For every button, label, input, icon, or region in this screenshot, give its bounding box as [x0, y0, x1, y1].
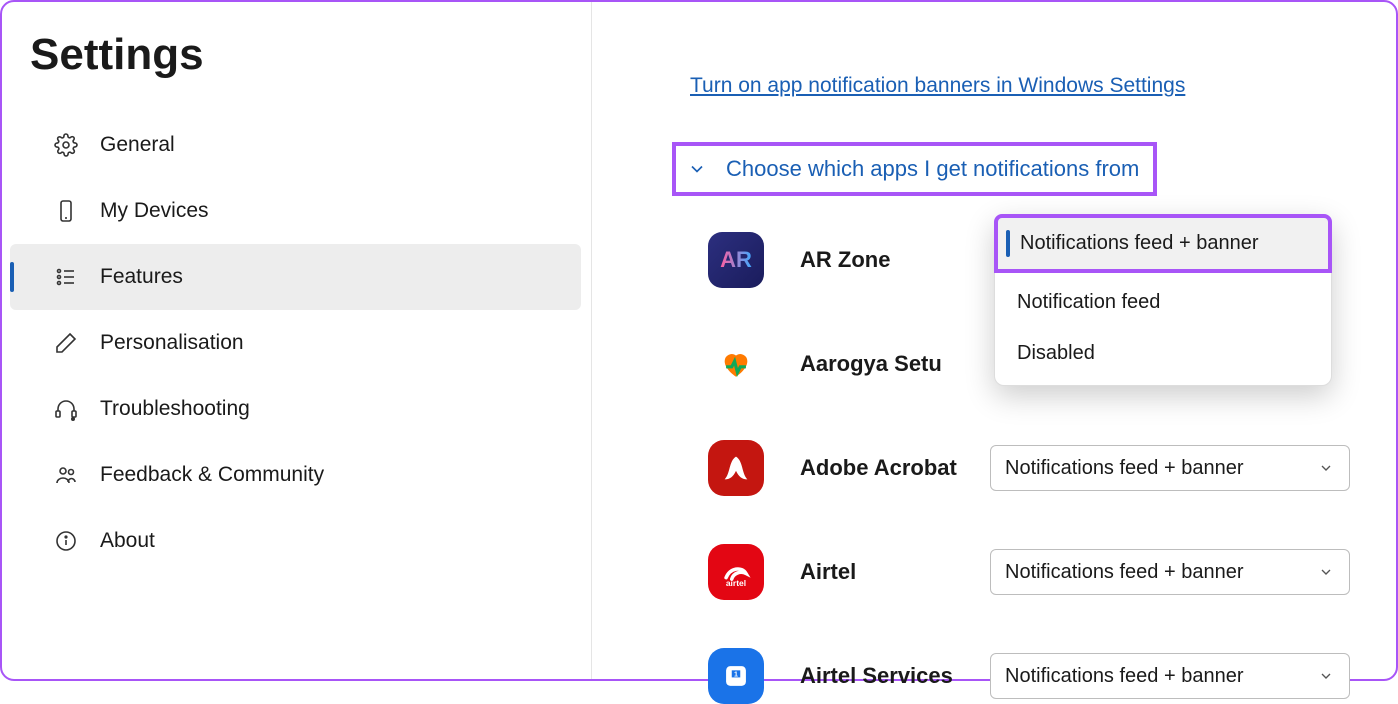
aarogya-setu-icon — [708, 336, 764, 392]
sidebar-item-label: Features — [100, 265, 183, 289]
dropdown-value: Notifications feed + banner — [1005, 665, 1244, 688]
sidebar-item-personalisation[interactable]: Personalisation — [10, 310, 581, 376]
dropdown-value: Notifications feed + banner — [1005, 561, 1244, 584]
sidebar-item-label: My Devices — [100, 199, 209, 223]
notification-dropdown[interactable]: Notifications feed + banner — [990, 549, 1350, 595]
content: Turn on app notification banners in Wind… — [592, 2, 1396, 679]
sidebar-item-label: About — [100, 529, 155, 553]
sidebar-item-feedback[interactable]: Feedback & Community — [10, 442, 581, 508]
popup-option-feed[interactable]: Notification feed — [995, 277, 1331, 328]
app-row: airtel Airtel Notifications feed + banne… — [708, 544, 1356, 600]
sidebar-item-label: Troubleshooting — [100, 397, 250, 421]
svg-text:airtel: airtel — [726, 578, 746, 588]
popup-option-disabled[interactable]: Disabled — [995, 328, 1331, 379]
sidebar-item-label: Feedback & Community — [100, 463, 324, 487]
sidebar-item-general[interactable]: General — [10, 112, 581, 178]
airtel-services-icon: 1 — [708, 648, 764, 704]
popup-option-feed-banner[interactable]: Notifications feed + banner — [994, 214, 1332, 273]
airtel-icon: airtel — [708, 544, 764, 600]
app-row: Adobe Acrobat Notifications feed + banne… — [708, 440, 1356, 496]
app-name: Airtel Services — [800, 663, 990, 689]
adobe-acrobat-icon — [708, 440, 764, 496]
sidebar-item-troubleshooting[interactable]: Troubleshooting — [10, 376, 581, 442]
svg-text:1: 1 — [734, 671, 738, 679]
sidebar-item-about[interactable]: About — [10, 508, 581, 574]
community-icon — [54, 463, 78, 487]
section-title: Choose which apps I get notifications fr… — [726, 156, 1139, 182]
app-name: AR Zone — [800, 247, 990, 273]
app-name: Airtel — [800, 559, 990, 585]
section-header-apps[interactable]: Choose which apps I get notifications fr… — [672, 142, 1157, 196]
app-name: Aarogya Setu — [800, 351, 990, 377]
notification-popup: Notifications feed + banner Notification… — [994, 214, 1332, 386]
gear-icon — [54, 133, 78, 157]
info-icon — [54, 529, 78, 553]
chevron-down-icon — [686, 158, 708, 180]
sidebar-item-label: Personalisation — [100, 331, 244, 355]
notification-dropdown[interactable]: Notifications feed + banner — [990, 653, 1350, 699]
features-icon — [54, 265, 78, 289]
pen-icon — [54, 331, 78, 355]
page-title: Settings — [2, 22, 591, 112]
app-row: 1 Airtel Services Notifications feed + b… — [708, 648, 1356, 704]
phone-icon — [54, 199, 78, 223]
windows-settings-link[interactable]: Turn on app notification banners in Wind… — [690, 74, 1185, 98]
sidebar-item-label: General — [100, 133, 175, 157]
notification-dropdown[interactable]: Notifications feed + banner — [990, 445, 1350, 491]
app-name: Adobe Acrobat — [800, 455, 990, 481]
nav: General My Devices Features Personalisat… — [2, 112, 591, 574]
chevron-down-icon — [1317, 667, 1335, 685]
headset-icon — [54, 397, 78, 421]
sidebar: Settings General My Devices Features Per… — [2, 2, 592, 679]
sidebar-item-features[interactable]: Features — [10, 244, 581, 310]
sidebar-item-mydevices[interactable]: My Devices — [10, 178, 581, 244]
ar-zone-icon: AR — [708, 232, 764, 288]
chevron-down-icon — [1317, 563, 1335, 581]
dropdown-value: Notifications feed + banner — [1005, 457, 1244, 480]
chevron-down-icon — [1317, 459, 1335, 477]
